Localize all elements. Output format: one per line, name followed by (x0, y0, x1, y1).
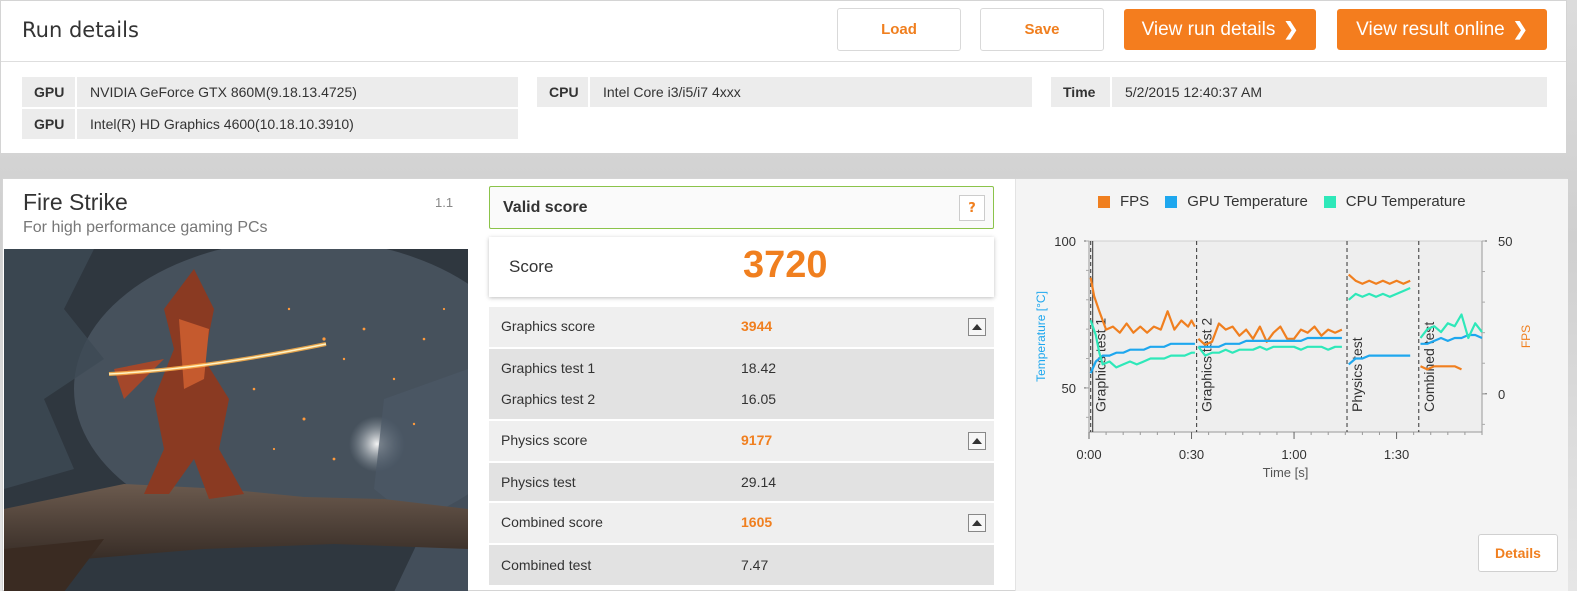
cpu-value: Intel Core i3/i5/i7 4xxx (603, 84, 741, 100)
view-result-online-label: View result online (1356, 18, 1505, 40)
legend-item-cpu-temperature: CPU Temperature (1323, 193, 1466, 210)
chevron-right-icon: ❯ (1283, 19, 1299, 39)
triangle-up-icon (972, 438, 982, 444)
physics-score-value: 9177 (741, 432, 773, 448)
physics-test-row: Physics test 29.14 (489, 463, 994, 501)
save-button[interactable]: Save (980, 8, 1104, 51)
overall-score-box: Score 3720 (489, 237, 994, 297)
gpu-row-1: GPU NVIDIA GeForce GTX 860M(9.18.13.4725… (22, 77, 518, 107)
physics-test-label: Physics test (501, 474, 576, 490)
run-details-header: Run details Load Save View run details ❯… (1, 1, 1566, 62)
gpu-row-2: GPU Intel(R) HD Graphics 4600(10.18.10.3… (22, 109, 518, 139)
time-row: Time 5/2/2015 12:40:37 AM (1051, 77, 1547, 107)
legend-item-gpu-temperature: GPU Temperature (1165, 193, 1308, 210)
legend-label-fps: FPS (1120, 193, 1150, 210)
benchmark-panel: Fire Strike For high performance gaming … (2, 178, 1568, 591)
cpu-row: CPU Intel Core i3/i5/i7 4xxx (537, 77, 1032, 107)
graphics-test-2-value: 16.05 (741, 391, 777, 407)
combined-test-row: Combined test 7.47 (489, 545, 994, 585)
x-tick-label: 1:30 (1384, 447, 1409, 462)
view-run-details-button[interactable]: View run details ❯ (1124, 9, 1316, 50)
physics-test-value: 29.14 (741, 474, 777, 490)
graphics-score-row: Graphics score 3944 (489, 307, 994, 347)
page-title: Run details (22, 18, 139, 42)
physics-score-row: Physics score 9177 (489, 421, 994, 461)
view-run-details-label: View run details (1141, 18, 1276, 40)
gpu-value: NVIDIA GeForce GTX 860M(9.18.13.4725) (90, 84, 357, 100)
combined-score-label: Combined score (501, 514, 603, 530)
x-tick-label: 0:00 (1076, 447, 1101, 462)
graphics-test-2-label: Graphics test 2 (501, 391, 596, 407)
triangle-up-icon (972, 520, 982, 526)
triangle-up-icon (972, 324, 982, 330)
legend-swatch-cpu-temperature (1323, 195, 1336, 208)
y-left-tick-label: 100 (1054, 234, 1076, 249)
view-result-online-button[interactable]: View result online ❯ (1337, 9, 1547, 50)
graphics-test-1-label: Graphics test 1 (501, 360, 596, 376)
fire-strike-artwork (4, 249, 468, 591)
collapse-physics-button[interactable] (968, 432, 986, 450)
chevron-right-icon: ❯ (1512, 19, 1528, 39)
legend-item-fps: FPS (1098, 193, 1149, 210)
y-right-tick-label: 50 (1498, 234, 1512, 249)
valid-score-banner: Valid score ? (489, 186, 994, 229)
collapse-graphics-button[interactable] (968, 318, 986, 336)
score-label: Score (509, 257, 554, 276)
chart-plot: 0:00 0:30 1:00 1:30 Time [s] 100 50 50 0 Temperat… (1034, 234, 1533, 480)
combined-score-row: Combined score 1605 (489, 503, 994, 543)
gpu-key: GPU (22, 77, 77, 107)
y-right-tick-label: 0 (1498, 387, 1505, 402)
help-button[interactable]: ? (959, 195, 985, 221)
graphics-score-label: Graphics score (501, 318, 596, 334)
collapse-combined-button[interactable] (968, 514, 986, 532)
combined-test-label: Combined test (501, 557, 592, 573)
cpu-key: CPU (537, 77, 590, 107)
details-button[interactable]: Details (1478, 534, 1558, 572)
benchmark-hero-image (4, 249, 468, 591)
physics-score-label: Physics score (501, 432, 588, 448)
legend-swatch-gpu-temperature (1165, 195, 1178, 208)
y-left-tick-label: 50 (1062, 381, 1076, 396)
benchmark-subtitle: For high performance gaming PCs (23, 219, 268, 236)
y-left-axis-label: Temperature [°C] (1034, 291, 1048, 382)
legend-swatch-fps (1098, 195, 1110, 208)
load-button[interactable]: Load (837, 8, 961, 51)
x-axis-label: Time [s] (1263, 465, 1309, 480)
x-tick-label: 1:00 (1281, 447, 1306, 462)
time-value: 5/2/2015 12:40:37 AM (1125, 84, 1262, 100)
gpu-value: Intel(R) HD Graphics 4600(10.18.10.3910) (90, 116, 354, 132)
legend-label-gpu-temperature: GPU Temperature (1187, 193, 1308, 210)
benchmark-version: 1.1 (435, 195, 454, 210)
benchmark-name: Fire Strike (23, 189, 128, 215)
legend-label-cpu-temperature: CPU Temperature (1345, 193, 1466, 210)
graphics-score-value: 3944 (741, 318, 773, 334)
graphics-test-1-value: 18.42 (741, 360, 777, 376)
run-details-panel: Run details Load Save View run details ❯… (0, 0, 1567, 154)
test-marker-label: Physics test (1349, 337, 1365, 412)
score-value: 3720 (743, 244, 828, 286)
valid-score-label: Valid score (503, 198, 588, 216)
combined-score-value: 1605 (741, 514, 773, 530)
graphics-tests-group: Graphics test 1 18.42 Graphics test 2 16… (489, 349, 994, 419)
x-tick-label: 0:30 (1179, 447, 1204, 462)
combined-test-value: 7.47 (741, 557, 769, 573)
time-key: Time (1051, 77, 1112, 107)
monitoring-chart: FPS GPU Temperature CPU Temperature 0:00… (1015, 179, 1568, 591)
test-marker-label: Graphics test 2 (1199, 318, 1215, 412)
gpu-key: GPU (22, 109, 77, 139)
chart-legend: FPS GPU Temperature CPU Temperature (1098, 193, 1466, 210)
y-right-axis-label: FPS (1519, 325, 1533, 348)
